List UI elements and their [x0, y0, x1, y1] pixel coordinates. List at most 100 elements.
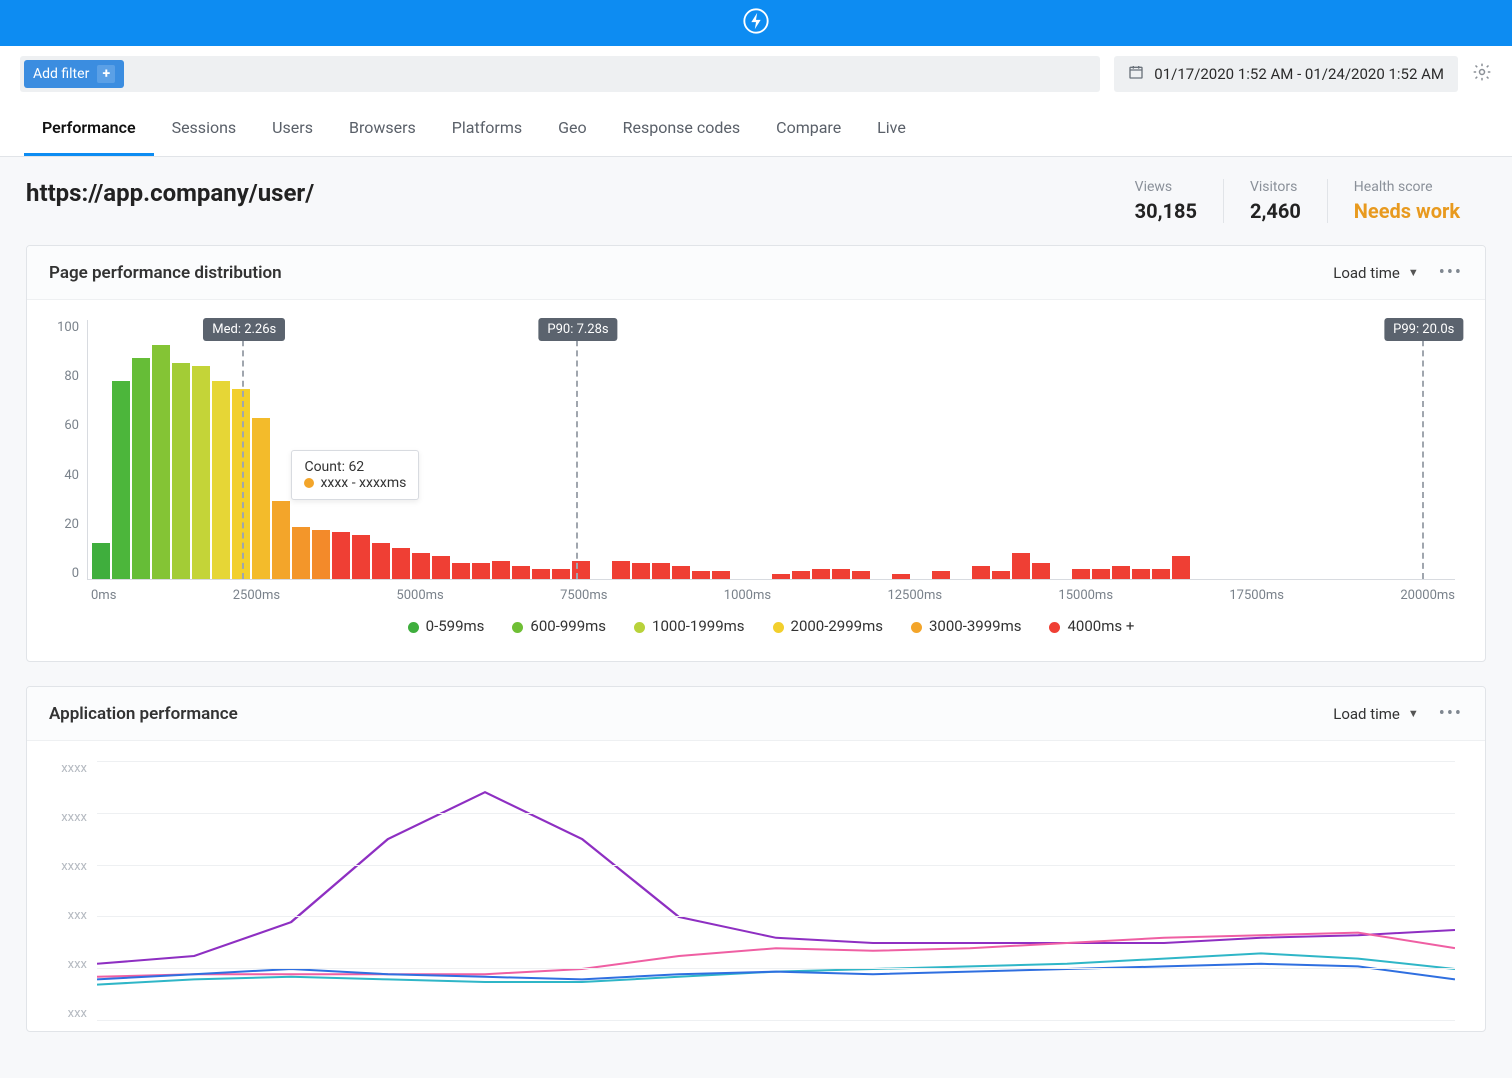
histogram-bar[interactable]: [792, 571, 810, 579]
histogram-bar[interactable]: [112, 381, 130, 579]
histogram-bar[interactable]: [1072, 569, 1090, 579]
tab-platforms[interactable]: Platforms: [434, 102, 540, 156]
histogram-bar[interactable]: [352, 535, 370, 579]
stat-visitors: Visitors 2,460: [1223, 179, 1327, 223]
legend-item[interactable]: 600-999ms: [512, 617, 606, 635]
histogram-y-axis: 100806040200: [49, 320, 79, 581]
date-range-picker[interactable]: 01/17/2020 1:52 AM - 01/24/2020 1:52 AM: [1114, 56, 1458, 92]
tab-response-codes[interactable]: Response codes: [605, 102, 759, 156]
histogram-bar[interactable]: [272, 501, 290, 579]
histogram-bar[interactable]: [132, 358, 150, 579]
histogram-bar[interactable]: [1172, 556, 1190, 579]
histogram-bar[interactable]: [392, 548, 410, 579]
panel-more-button-2[interactable]: •••: [1439, 703, 1463, 724]
histogram-bar[interactable]: [1112, 566, 1130, 579]
metric-dropdown-2-label: Load time: [1333, 705, 1400, 723]
histogram-bar[interactable]: [1132, 569, 1150, 579]
caret-down-icon: ▼: [1408, 707, 1419, 720]
histogram-bar[interactable]: [372, 543, 390, 579]
histogram-bar[interactable]: [172, 363, 190, 579]
histogram-bar[interactable]: [692, 571, 710, 579]
histogram-bar[interactable]: [472, 563, 490, 579]
marker-p90: P90: 7.28s: [576, 320, 578, 579]
histogram-bar[interactable]: [512, 566, 530, 579]
panel-title-app-perf: Application performance: [49, 704, 238, 724]
page-body: https://app.company/user/ Views 30,185 V…: [0, 157, 1512, 1078]
top-app-bar: [0, 0, 1512, 46]
marker-p99-label: P99: 20.0s: [1384, 318, 1463, 341]
tab-browsers[interactable]: Browsers: [331, 102, 434, 156]
metric-dropdown-label: Load time: [1333, 264, 1400, 282]
histogram-bar[interactable]: [1032, 563, 1050, 579]
histogram-bar[interactable]: [452, 563, 470, 579]
histogram-bar[interactable]: [552, 569, 570, 579]
histogram-bar[interactable]: [772, 574, 790, 579]
histogram-bar[interactable]: [152, 345, 170, 579]
marker-median-label: Med: 2.26s: [203, 318, 285, 341]
histogram-bar[interactable]: [1152, 569, 1170, 579]
page-url: https://app.company/user/: [26, 179, 314, 207]
legend-item[interactable]: 4000ms +: [1049, 617, 1134, 635]
histogram-bar[interactable]: [892, 574, 910, 579]
histogram-bar[interactable]: [932, 571, 950, 579]
histogram-legend: 0-599ms 600-999ms 1000-1999ms 2000-2999ms 30…: [87, 603, 1455, 641]
histogram-bar[interactable]: [652, 563, 670, 579]
histogram-bar[interactable]: [832, 569, 850, 579]
histogram-bar[interactable]: [632, 563, 650, 579]
stat-visitors-label: Visitors: [1250, 179, 1301, 195]
tab-live[interactable]: Live: [859, 102, 924, 156]
marker-p90-label: P90: 7.28s: [538, 318, 617, 341]
filter-row: Add filter + 01/17/2020 1:52 AM - 01/24/…: [0, 46, 1512, 102]
settings-button[interactable]: [1472, 62, 1492, 86]
tab-geo[interactable]: Geo: [540, 102, 605, 156]
histogram-bar[interactable]: [612, 561, 630, 579]
marker-median: Med: 2.26s: [242, 320, 244, 579]
histogram-bar[interactable]: [852, 571, 870, 579]
histogram-bar[interactable]: [412, 553, 430, 579]
line-plot[interactable]: [97, 761, 1455, 1021]
histogram-plot[interactable]: Med: 2.26sP90: 7.28sP99: 20.0sCount: 62x…: [87, 320, 1455, 580]
tab-sessions[interactable]: Sessions: [154, 102, 255, 156]
histogram-bar[interactable]: [812, 569, 830, 579]
filter-input-area[interactable]: Add filter +: [20, 56, 1100, 92]
metric-dropdown-2[interactable]: Load time ▼: [1333, 705, 1419, 723]
panel-more-button[interactable]: •••: [1439, 262, 1463, 283]
tooltip-range: xxxx - xxxxms: [304, 475, 406, 491]
stat-views: Views 30,185: [1109, 179, 1223, 223]
tab-compare[interactable]: Compare: [758, 102, 859, 156]
panel-controls-page-perf: Load time ▼ •••: [1333, 262, 1463, 283]
metric-dropdown[interactable]: Load time ▼: [1333, 264, 1419, 282]
tab-users[interactable]: Users: [254, 102, 331, 156]
tab-performance[interactable]: Performance: [24, 102, 154, 156]
legend-item[interactable]: 2000-2999ms: [773, 617, 883, 635]
calendar-icon: [1128, 64, 1144, 84]
stat-views-label: Views: [1135, 179, 1197, 195]
histogram-bar[interactable]: [712, 571, 730, 579]
legend-item[interactable]: 0-599ms: [408, 617, 485, 635]
histogram-bar[interactable]: [92, 543, 110, 579]
histogram-bar[interactable]: [232, 389, 250, 579]
histogram-bar[interactable]: [672, 566, 690, 579]
histogram-x-axis: 0ms2500ms5000ms7500ms1000ms12500ms15000m…: [87, 588, 1455, 603]
histogram-bar[interactable]: [292, 527, 310, 579]
legend-item[interactable]: 1000-1999ms: [634, 617, 744, 635]
histogram-tooltip: Count: 62xxxx - xxxxms: [291, 450, 419, 500]
legend-item[interactable]: 3000-3999ms: [911, 617, 1021, 635]
histogram-bar[interactable]: [992, 571, 1010, 579]
histogram-bar[interactable]: [432, 556, 450, 579]
caret-down-icon: ▼: [1408, 266, 1419, 279]
histogram-bar[interactable]: [492, 561, 510, 579]
histogram-bar[interactable]: [312, 530, 330, 579]
histogram-area: 100806040200 Med: 2.26s P90: 7.28s P99: 20…: [27, 300, 1485, 661]
histogram-bar[interactable]: [332, 532, 350, 579]
histogram-bar[interactable]: [1092, 569, 1110, 579]
tooltip-count: Count: 62: [304, 459, 406, 475]
histogram-bar[interactable]: [1012, 553, 1030, 579]
histogram-bar[interactable]: [572, 561, 590, 579]
histogram-bar[interactable]: [972, 566, 990, 579]
histogram-bar[interactable]: [252, 418, 270, 579]
add-filter-button[interactable]: Add filter +: [24, 60, 124, 88]
histogram-bar[interactable]: [212, 381, 230, 579]
histogram-bar[interactable]: [532, 569, 550, 579]
histogram-bar[interactable]: [192, 366, 210, 579]
